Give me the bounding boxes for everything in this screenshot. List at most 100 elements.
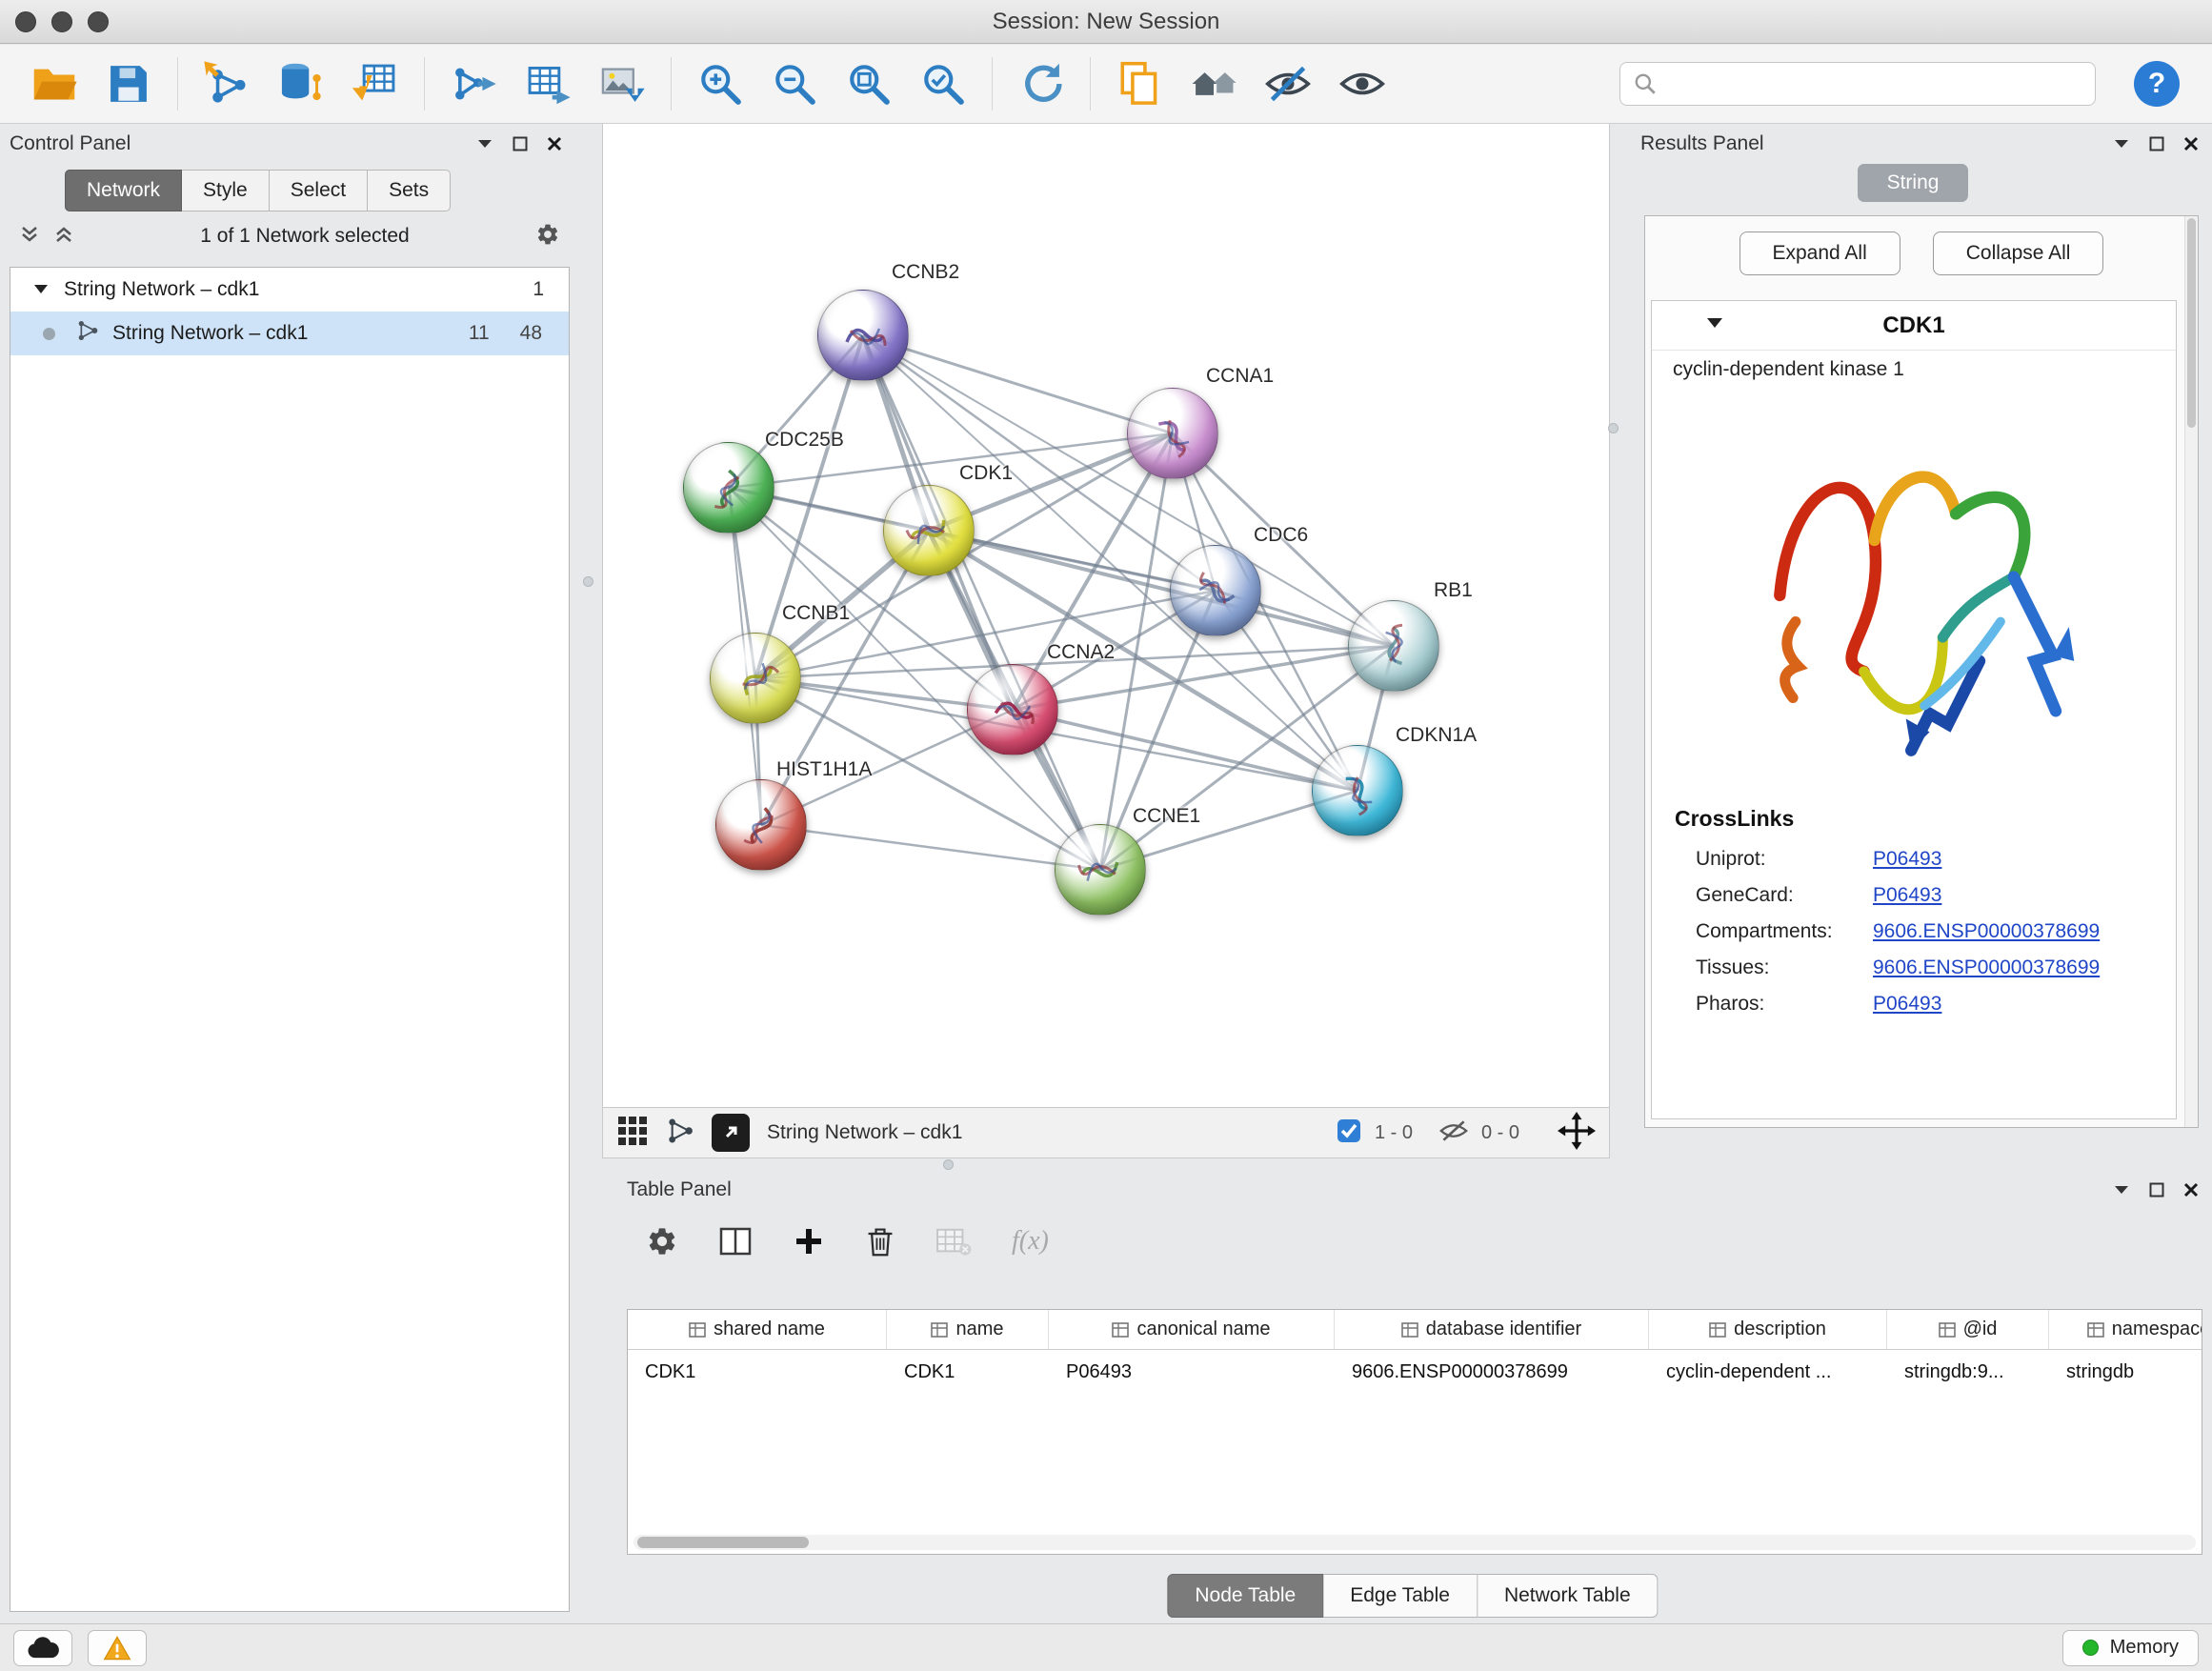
crosslink-row: GeneCard: P06493 bbox=[1652, 877, 2176, 914]
crosslink-link[interactable]: P06493 bbox=[1873, 993, 1941, 1016]
column-header[interactable]: shared name bbox=[628, 1310, 887, 1349]
birds-eye-grid-icon[interactable] bbox=[616, 1115, 649, 1152]
panel-close-icon[interactable] bbox=[2183, 136, 2199, 151]
panel-float-icon[interactable] bbox=[2149, 136, 2164, 151]
tab-string[interactable]: String bbox=[1858, 164, 1968, 202]
help-button[interactable]: ? bbox=[2134, 61, 2180, 107]
network-node-cdc6[interactable] bbox=[1170, 545, 1261, 636]
zoom-selected-icon[interactable] bbox=[906, 51, 980, 116]
export-table-icon[interactable] bbox=[511, 51, 585, 116]
network-node-ccnb2[interactable] bbox=[817, 290, 909, 381]
import-network-file-icon[interactable] bbox=[190, 51, 264, 116]
tab-network[interactable]: Network bbox=[65, 170, 182, 211]
panel-float-icon[interactable] bbox=[2149, 1182, 2164, 1198]
selected-checkbox-icon[interactable] bbox=[1337, 1118, 1361, 1148]
network-node-ccne1[interactable] bbox=[1055, 824, 1146, 916]
crosslink-link[interactable]: P06493 bbox=[1873, 848, 1941, 871]
cloud-status-button[interactable] bbox=[13, 1630, 72, 1666]
panel-collapse-icon[interactable] bbox=[476, 138, 493, 150]
zoom-fit-icon[interactable] bbox=[832, 51, 906, 116]
network-node-ccnb1[interactable] bbox=[710, 633, 801, 724]
tab-network-table[interactable]: Network Table bbox=[1478, 1574, 1659, 1618]
tab-sets[interactable]: Sets bbox=[368, 170, 451, 211]
network-row-selected[interactable]: String Network – cdk1 11 48 bbox=[10, 312, 569, 355]
function-builder-icon[interactable]: f(x) bbox=[1012, 1226, 1049, 1257]
import-table-icon[interactable] bbox=[338, 51, 412, 116]
cell-namespace[interactable]: stringdb bbox=[2049, 1350, 2202, 1394]
zoom-out-icon[interactable] bbox=[757, 51, 832, 116]
panel-close-icon[interactable] bbox=[547, 136, 562, 151]
clone-network-icon[interactable] bbox=[1102, 51, 1176, 116]
delete-column-icon[interactable] bbox=[865, 1224, 895, 1258]
column-header[interactable]: namespace bbox=[2049, 1310, 2202, 1349]
column-header[interactable]: canonical name bbox=[1049, 1310, 1335, 1349]
delete-table-icon[interactable] bbox=[935, 1226, 972, 1257]
crosslink-link[interactable]: P06493 bbox=[1873, 884, 1941, 907]
section-disclosure-icon[interactable] bbox=[1705, 316, 1724, 334]
table-horizontal-scrollbar[interactable] bbox=[633, 1535, 2196, 1550]
collapse-all-button[interactable]: Collapse All bbox=[1933, 232, 2104, 275]
show-eye-icon[interactable] bbox=[1325, 51, 1399, 116]
network-node-rb1[interactable] bbox=[1348, 600, 1439, 692]
collapse-all-networks-icon[interactable] bbox=[53, 224, 74, 250]
save-session-icon[interactable] bbox=[91, 51, 166, 116]
cell-description[interactable]: cyclin-dependent ... bbox=[1649, 1350, 1887, 1394]
tab-style[interactable]: Style bbox=[182, 170, 270, 211]
column-header[interactable]: database identifier bbox=[1335, 1310, 1649, 1349]
import-network-database-icon[interactable] bbox=[264, 51, 338, 116]
panel-close-icon[interactable] bbox=[2183, 1182, 2199, 1198]
tab-select[interactable]: Select bbox=[270, 170, 368, 211]
network-node-ccna2[interactable] bbox=[967, 664, 1058, 755]
network-node-ccna1[interactable] bbox=[1127, 388, 1218, 479]
cell-database-identifier[interactable]: 9606.ENSP00000378699 bbox=[1335, 1350, 1649, 1394]
warnings-button[interactable] bbox=[88, 1630, 147, 1666]
panel-collapse-icon[interactable] bbox=[2113, 1184, 2130, 1196]
network-options-gear-icon[interactable] bbox=[535, 222, 560, 252]
show-columns-icon[interactable] bbox=[718, 1225, 753, 1258]
tab-node-table[interactable]: Node Table bbox=[1167, 1574, 1323, 1618]
refresh-icon[interactable] bbox=[1004, 51, 1078, 116]
network-share-icon[interactable] bbox=[666, 1117, 694, 1150]
hidden-eye-icon[interactable] bbox=[1439, 1118, 1468, 1148]
zoom-in-icon[interactable] bbox=[683, 51, 757, 116]
network-node-cdkn1a[interactable] bbox=[1312, 745, 1403, 836]
memory-label: Memory bbox=[2110, 1637, 2179, 1659]
protein-section: CDK1 cyclin-dependent kinase 1 bbox=[1651, 300, 2177, 1119]
crosslink-link[interactable]: 9606.ENSP00000378699 bbox=[1873, 920, 2100, 943]
network-collection-row[interactable]: String Network – cdk1 1 bbox=[10, 268, 569, 312]
column-header[interactable]: @id bbox=[1887, 1310, 2049, 1349]
add-column-icon[interactable] bbox=[793, 1225, 825, 1258]
vertical-splitter-handle[interactable] bbox=[583, 576, 593, 587]
cell-canonical-name[interactable]: P06493 bbox=[1049, 1350, 1335, 1394]
table-settings-gear-icon[interactable] bbox=[646, 1225, 678, 1258]
vertical-splitter-handle[interactable] bbox=[1608, 423, 1619, 433]
network-node-hist1h1a[interactable] bbox=[715, 779, 807, 871]
column-header[interactable]: description bbox=[1649, 1310, 1887, 1349]
open-in-window-icon[interactable] bbox=[712, 1114, 750, 1152]
network-canvas[interactable]: CCNB2CCNA1CDC25BCDK1CDC6RB1CCNB1CCNA2CDK… bbox=[603, 124, 1609, 1107]
export-image-icon[interactable] bbox=[585, 51, 659, 116]
open-session-icon[interactable] bbox=[17, 51, 91, 116]
memory-button[interactable]: Memory bbox=[2062, 1630, 2199, 1666]
crosslink-link[interactable]: 9606.ENSP00000378699 bbox=[1873, 956, 2100, 979]
disclosure-triangle-icon[interactable] bbox=[33, 278, 49, 301]
homes-icon[interactable] bbox=[1176, 51, 1251, 116]
search-input[interactable] bbox=[1619, 62, 2096, 106]
horizontal-splitter-handle[interactable] bbox=[943, 1159, 954, 1170]
network-node-cdk1[interactable] bbox=[883, 485, 975, 576]
pan-crosshair-icon[interactable] bbox=[1558, 1112, 1596, 1155]
cell-id[interactable]: stringdb:9... bbox=[1887, 1350, 2049, 1394]
table-row[interactable]: CDK1 CDK1 P06493 9606.ENSP00000378699 cy… bbox=[628, 1350, 2202, 1394]
expand-all-networks-icon[interactable] bbox=[19, 224, 40, 250]
tab-edge-table[interactable]: Edge Table bbox=[1323, 1574, 1478, 1618]
export-network-icon[interactable] bbox=[436, 51, 511, 116]
panel-collapse-icon[interactable] bbox=[2113, 138, 2130, 150]
hide-annotations-icon[interactable] bbox=[1251, 51, 1325, 116]
cell-name[interactable]: CDK1 bbox=[887, 1350, 1049, 1394]
results-scrollbar[interactable] bbox=[2184, 216, 2198, 1127]
column-header[interactable]: name bbox=[887, 1310, 1049, 1349]
network-node-cdc25b[interactable] bbox=[683, 442, 774, 534]
cell-shared-name[interactable]: CDK1 bbox=[628, 1350, 887, 1394]
panel-float-icon[interactable] bbox=[513, 136, 528, 151]
expand-all-button[interactable]: Expand All bbox=[1739, 232, 1900, 275]
